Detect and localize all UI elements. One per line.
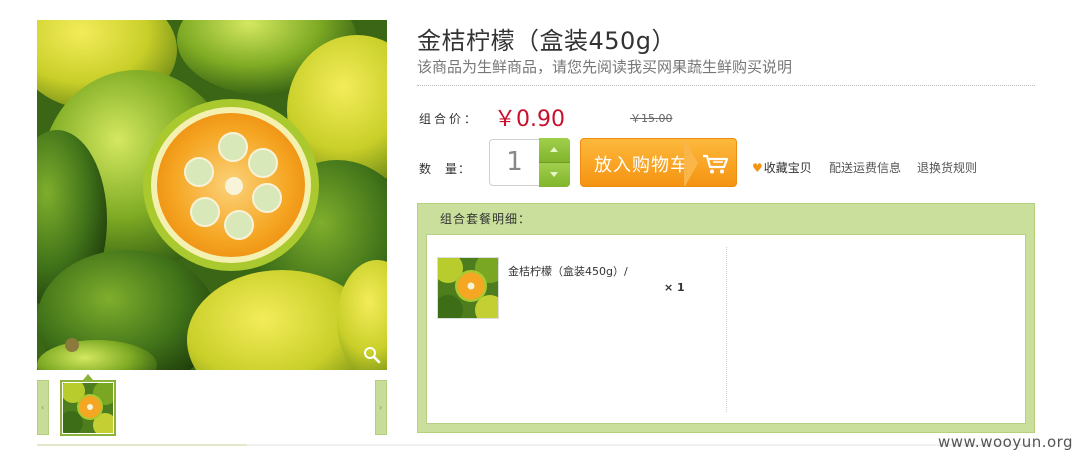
return-policy-link[interactable]: 退换货规则 bbox=[917, 159, 977, 176]
product-notice-link[interactable]: 该商品为生鲜商品，请您先阅读我买网果蔬生鲜购买说明 bbox=[417, 56, 792, 77]
combo-details-panel: 组合套餐明细： 金桔柠檬（盒装450g）/ × 1 bbox=[417, 203, 1035, 433]
quantity-label: 数 量： bbox=[419, 162, 472, 176]
combo-item-quantity: × 1 bbox=[664, 281, 685, 294]
chevron-left-icon: ‹ bbox=[41, 403, 45, 412]
caret-down-icon bbox=[550, 172, 558, 177]
favorite-label: 收藏宝贝 bbox=[763, 161, 812, 175]
watermark: www.wooyun.org bbox=[938, 433, 1074, 451]
combo-item-name[interactable]: 金桔柠檬（盒装450g）/ bbox=[508, 263, 628, 279]
quantity-increase-button[interactable] bbox=[539, 138, 570, 162]
combo-list: 金桔柠檬（盒装450g）/ × 1 bbox=[426, 234, 1026, 424]
quantity-stepper bbox=[539, 138, 570, 187]
combo-title: 组合套餐明细： bbox=[440, 212, 532, 226]
combo-divider bbox=[726, 247, 727, 412]
kumquat-lime-photo bbox=[37, 20, 387, 370]
product-main-image[interactable] bbox=[37, 20, 387, 370]
original-price: ￥15.00 bbox=[630, 112, 673, 125]
favorite-link[interactable]: ♥收藏宝贝 bbox=[752, 159, 812, 176]
shipping-info-link[interactable]: 配送运费信息 bbox=[829, 159, 901, 176]
thumb-prev-button[interactable]: ‹ bbox=[37, 380, 49, 435]
add-to-cart-button[interactable]: 放入购物车 bbox=[580, 138, 737, 187]
thumbnail-item[interactable] bbox=[60, 380, 116, 436]
current-price: ￥0.90 bbox=[494, 107, 565, 132]
quantity-decrease-button[interactable] bbox=[539, 163, 570, 187]
caret-up-icon bbox=[550, 147, 558, 152]
add-to-cart-label: 放入购物车 bbox=[594, 155, 689, 176]
bottom-divider-accent bbox=[37, 444, 247, 446]
thumb-next-button[interactable]: › bbox=[375, 380, 387, 435]
cart-divider-chevron bbox=[684, 139, 698, 186]
combo-item-photo bbox=[438, 258, 498, 318]
thumbnail-photo bbox=[62, 382, 114, 434]
quantity-input[interactable]: 1 bbox=[489, 139, 539, 186]
thumbnail-strip: ‹ › bbox=[37, 374, 387, 436]
chevron-right-icon: › bbox=[379, 403, 383, 412]
product-title: 金桔柠檬（盒装450g） bbox=[417, 27, 677, 55]
divider bbox=[417, 85, 1035, 86]
price-label: 组合价： bbox=[419, 112, 480, 126]
magnifier-icon[interactable] bbox=[363, 346, 381, 364]
shopping-cart-icon bbox=[703, 154, 729, 174]
combo-item-image[interactable] bbox=[437, 257, 499, 319]
heart-icon: ♥ bbox=[752, 161, 763, 175]
